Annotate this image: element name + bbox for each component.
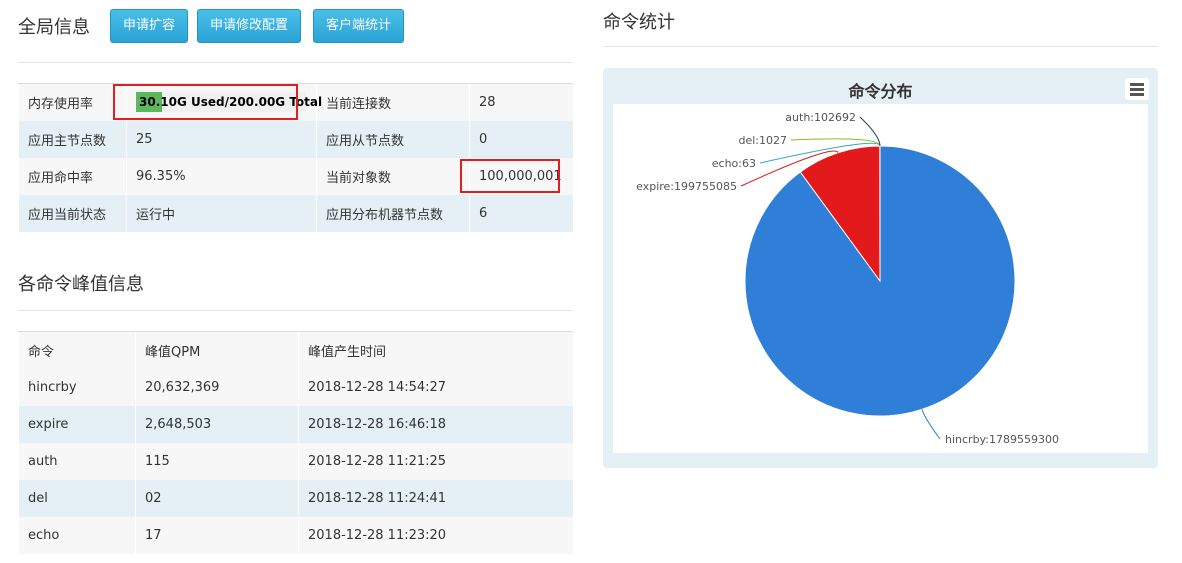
command-cell: del [18,479,136,517]
qpm-cell: 2,648,503 [135,405,299,443]
pie-connector-del [790,138,881,147]
master-nodes-value: 25 [126,120,317,158]
time-cell: 2018-12-28 16:46:18 [298,405,573,443]
qpm-cell: 17 [135,516,299,554]
pie-chart: hincrby:1789559300 expire:199755085 echo:6… [636,111,1059,446]
time-cell: 2018-12-28 11:24:41 [298,479,573,517]
time-cell: 2018-12-28 11:23:20 [298,516,573,554]
table-row: hincrby 20,632,369 2018-12-28 14:54:27 [18,368,573,406]
chart-title: 命令分布 [848,82,913,101]
table-row: 应用当前状态 运行中 应用分布机器节点数 6 [18,194,573,232]
global-info-divider [18,62,573,63]
apply-expand-button[interactable]: 申请扩容 [110,9,189,43]
table-row: expire 2,648,503 2018-12-28 16:46:18 [18,405,573,443]
column-header-command: 命令 [18,331,136,369]
column-header-peak-qpm: 峰值QPM [135,331,299,369]
pie-label-expire: expire:199755085 [636,180,737,193]
peak-table: 命令 峰值QPM 峰值产生时间 hincrby 20,632,369 2018-… [18,331,573,554]
qpm-cell: 115 [135,442,299,480]
command-cell: expire [18,405,136,443]
chart-panel: 命令分布 hincrby:1789559300 expire:199755085 e… [603,68,1158,468]
slave-nodes-value: 0 [469,120,573,158]
peak-info-divider [18,310,573,311]
object-count-highlight [460,159,560,193]
command-stats-divider [603,46,1158,47]
pie-connector-hincrby [921,409,941,440]
command-stats-title: 命令统计 [603,12,675,33]
app-status-label: 应用当前状态 [18,194,127,232]
pie-label-auth: auth:102692 [785,111,856,124]
apply-config-change-button[interactable]: 申请修改配置 [197,9,302,43]
memory-usage-label: 内存使用率 [18,83,127,121]
current-connections-value: 28 [469,83,573,121]
peak-info-title: 各命令峰值信息 [18,274,144,295]
time-cell: 2018-12-28 14:54:27 [298,368,573,406]
machine-nodes-value: 6 [469,194,573,232]
global-info-title: 全局信息 [18,17,90,38]
pie-label-del: del:1027 [738,134,787,147]
object-count-label: 当前对象数 [316,157,470,195]
qpm-cell: 20,632,369 [135,368,299,406]
command-cell: auth [18,442,136,480]
command-cell: hincrby [18,368,136,406]
table-row: auth 115 2018-12-28 11:21:25 [18,442,573,480]
chart-menu-icon[interactable] [1125,78,1149,100]
pie-label-hincrby: hincrby:1789559300 [945,433,1059,446]
qpm-cell: 02 [135,479,299,517]
master-nodes-label: 应用主节点数 [18,120,127,158]
table-row: 应用主节点数 25 应用从节点数 0 [18,120,573,158]
memory-usage-highlight [113,84,298,120]
time-cell: 2018-12-28 11:21:25 [298,442,573,480]
slave-nodes-label: 应用从节点数 [316,120,470,158]
pie-label-echo: echo:63 [712,157,756,170]
current-connections-label: 当前连接数 [316,83,470,121]
table-row: echo 17 2018-12-28 11:23:20 [18,516,573,554]
table-row: del 02 2018-12-28 11:24:41 [18,479,573,517]
chart-plot-area: hincrby:1789559300 expire:199755085 echo:6… [613,104,1148,453]
app-status-value: 运行中 [126,194,317,232]
command-cell: echo [18,516,136,554]
table-header-row: 命令 峰值QPM 峰值产生时间 [18,331,573,369]
hit-rate-label: 应用命中率 [18,157,127,195]
hit-rate-value: 96.35% [126,157,317,195]
machine-nodes-label: 应用分布机器节点数 [316,194,470,232]
client-stats-button[interactable]: 客户端统计 [313,9,405,43]
column-header-peak-time: 峰值产生时间 [298,331,573,369]
pie-connector-auth [859,116,881,147]
